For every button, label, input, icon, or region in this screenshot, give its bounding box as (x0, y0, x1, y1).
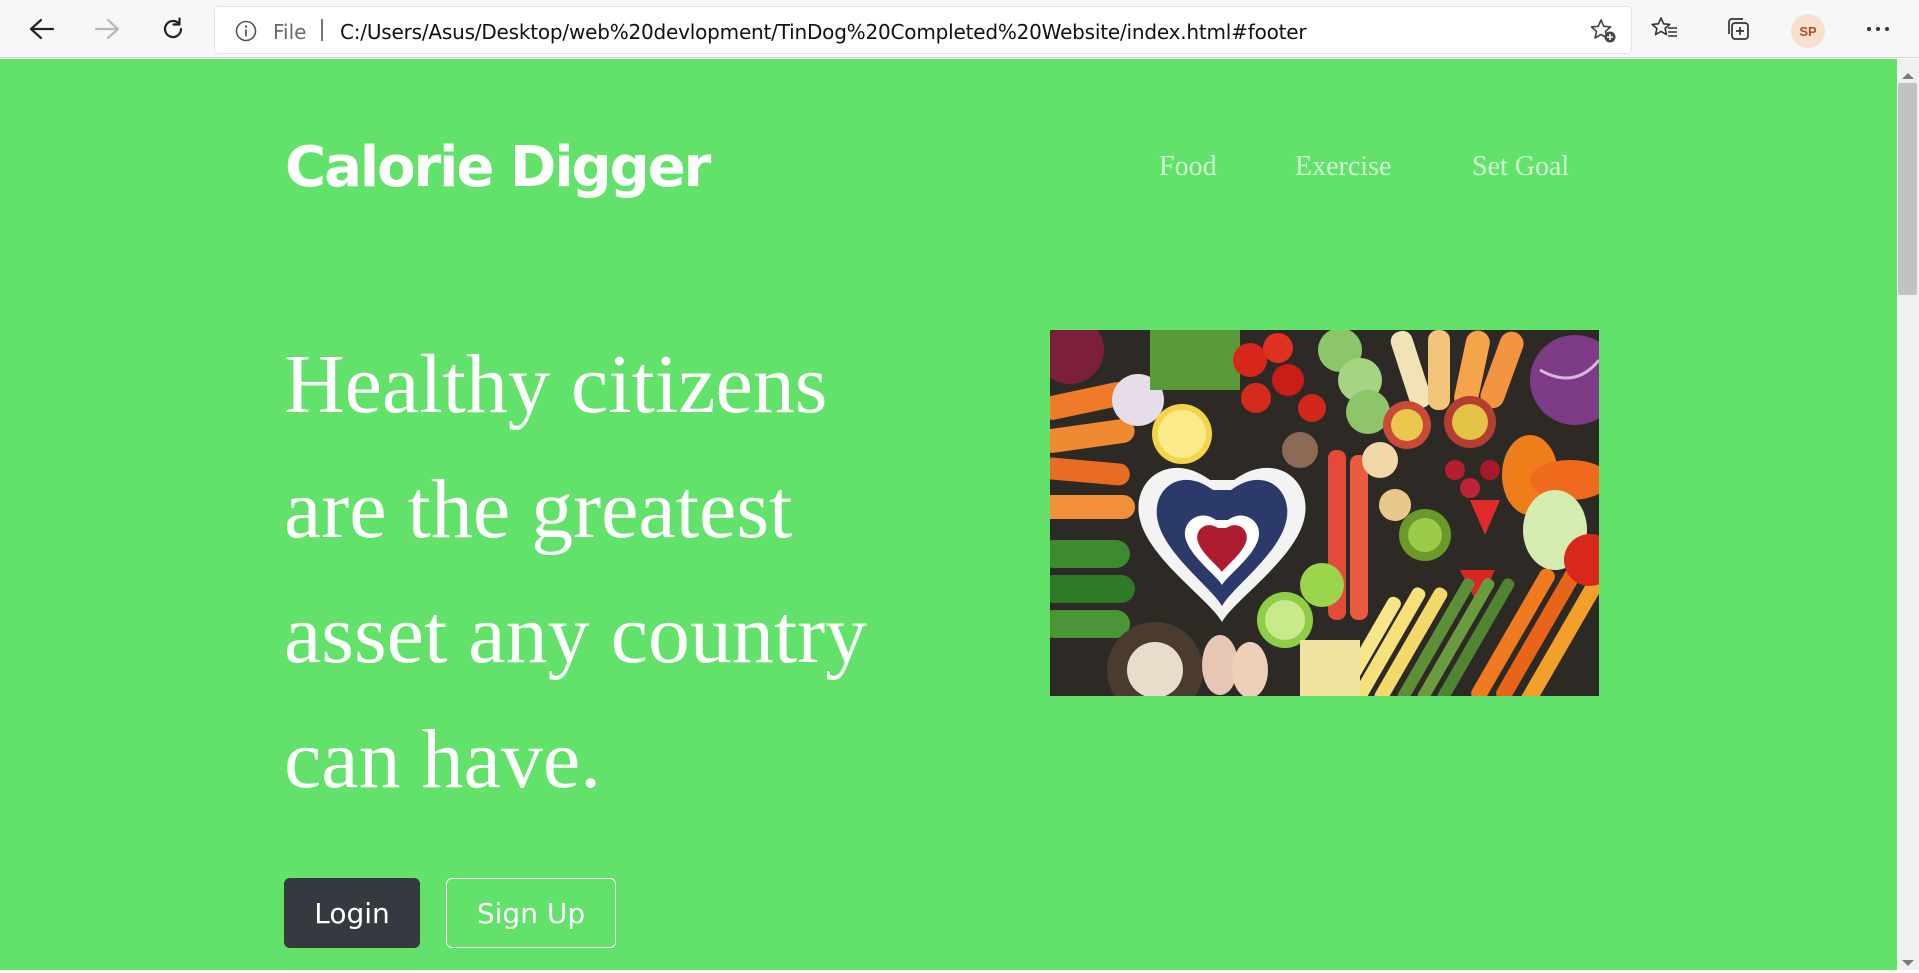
scroll-up-icon[interactable] (1901, 67, 1915, 85)
address-separator (321, 19, 323, 41)
hero-headline: Healthy citizens are the greatest asset … (284, 338, 868, 806)
refresh-button[interactable] (153, 10, 193, 48)
more-icon (1866, 25, 1890, 33)
refresh-icon (160, 16, 186, 42)
forward-button[interactable] (87, 10, 127, 48)
login-button[interactable]: Login (284, 878, 420, 948)
page-viewport: Calorie Digger Food Exercise Set Goal He… (0, 59, 1897, 970)
add-favorite-icon[interactable] (1589, 18, 1617, 49)
collections-button[interactable] (1718, 10, 1758, 48)
signup-button[interactable]: Sign Up (446, 878, 616, 948)
brand-logo[interactable]: Calorie Digger (285, 135, 711, 200)
favorites-button[interactable] (1645, 10, 1685, 48)
url-scheme-label: File (273, 20, 307, 44)
favorites-icon (1651, 16, 1679, 42)
nav-link-food[interactable]: Food (1159, 151, 1217, 183)
forward-arrow-icon (94, 18, 120, 40)
address-bar[interactable]: File C:/Users/Asus/Desktop/web%20devlopm… (215, 7, 1631, 53)
back-button[interactable] (22, 10, 62, 48)
more-button[interactable] (1858, 10, 1898, 48)
back-arrow-icon (29, 18, 55, 40)
hero-vegetables-image (1050, 330, 1599, 696)
info-icon[interactable] (235, 20, 257, 47)
nav-link-exercise[interactable]: Exercise (1295, 151, 1391, 183)
browser-toolbar: File C:/Users/Asus/Desktop/web%20devlopm… (0, 0, 1919, 58)
url-text[interactable]: C:/Users/Asus/Desktop/web%20devlopment/T… (340, 20, 1307, 44)
nav-link-set-goal[interactable]: Set Goal (1472, 151, 1569, 183)
scroll-down-icon[interactable] (1901, 955, 1915, 973)
collections-icon (1725, 16, 1751, 42)
scrollbar-thumb[interactable] (1898, 83, 1917, 295)
profile-avatar[interactable]: SP (1791, 14, 1825, 48)
